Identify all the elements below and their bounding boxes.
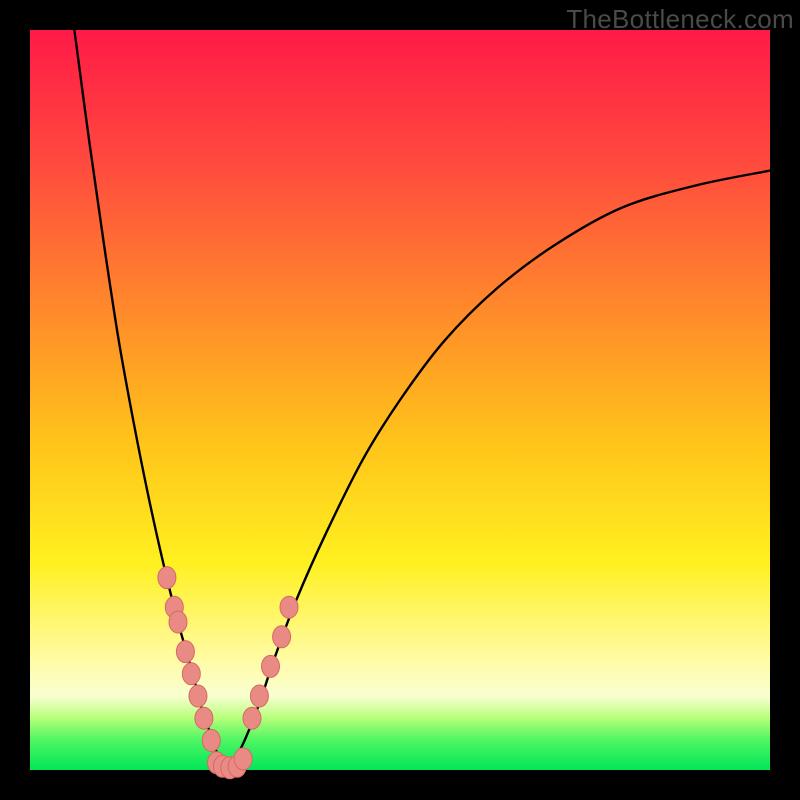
data-marker [262, 655, 280, 677]
data-marker [195, 707, 213, 729]
curve-right-path [230, 171, 770, 770]
data-marker [250, 685, 268, 707]
data-marker [189, 685, 207, 707]
data-marker [243, 707, 261, 729]
marker-group [158, 567, 298, 779]
bottleneck-curve-svg [30, 30, 770, 770]
data-marker [176, 641, 194, 663]
data-marker [158, 567, 176, 589]
data-marker [169, 611, 187, 633]
data-marker [202, 729, 220, 751]
chart-frame: TheBottleneck.com [0, 0, 800, 800]
plot-area [30, 30, 770, 770]
data-marker [234, 748, 252, 770]
data-marker [273, 626, 291, 648]
curve-left-path [74, 30, 229, 770]
data-marker [182, 663, 200, 685]
data-marker [280, 596, 298, 618]
